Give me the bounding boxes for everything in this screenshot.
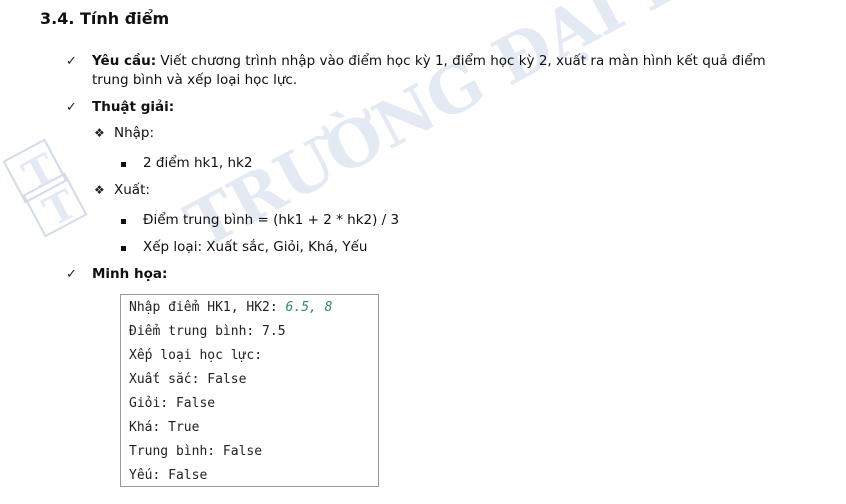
checkmark-icon: ✓ [66, 267, 77, 282]
square-bullet-icon [121, 246, 126, 251]
console-prompt: Nhập điểm HK1, HK2: [129, 300, 286, 315]
watermark-logo: T T TRƯỜNG ĐẠI HỌC ... TRUNG TÂM [2, 0, 846, 264]
console-line: Trung bình: False [129, 444, 263, 459]
svg-text:T: T [36, 180, 85, 236]
requirement-label: Yêu cầu: [92, 53, 157, 69]
diamond-bullet-icon: ❖ [94, 183, 105, 197]
diamond-bullet-icon: ❖ [94, 126, 105, 140]
checkmark-icon: ✓ [66, 100, 77, 115]
output-item: Xếp loại: Xuất sắc, Giỏi, Khá, Yếu [143, 239, 368, 255]
requirement-line-1: Yêu cầu: Viết chương trình nhập vào điểm… [92, 52, 766, 71]
algorithm-label-text: Thuật giải: [92, 99, 175, 115]
console-output: Nhập điểm HK1, HK2: 6.5, 8 Điểm trung bì… [120, 294, 379, 487]
output-label: Xuất: [114, 182, 150, 198]
console-line: Khá: True [129, 420, 200, 435]
checkmark-icon: ✓ [66, 54, 77, 69]
requirement-text-1: Viết chương trình nhập vào điểm học kỳ 1… [160, 53, 766, 69]
requirement-line-2: trung bình và xếp loại học lực. [92, 72, 298, 88]
input-item: 2 điểm hk1, hk2 [143, 155, 253, 171]
square-bullet-icon [121, 219, 126, 224]
console-input-value: 6.5, 8 [285, 300, 333, 315]
console-line: Điểm trung bình: 7.5 [129, 324, 286, 339]
console-line: Xếp loại học lực: [129, 348, 263, 363]
section-number: 3.4. [40, 9, 75, 28]
svg-text:T: T [15, 145, 64, 201]
illustration-label: Minh họa: [92, 265, 167, 284]
console-line: Giỏi: False [129, 396, 216, 411]
illustration-label-text: Minh họa: [92, 266, 168, 282]
output-item: Điểm trung bình = (hk1 + 2 * hk2) / 3 [143, 212, 400, 228]
section-heading: 3.4. Tính điểm [40, 9, 169, 28]
console-line: Yếu: False [129, 468, 208, 483]
input-label: Nhập: [114, 125, 155, 141]
section-title: Tính điểm [80, 9, 170, 28]
square-bullet-icon [121, 162, 126, 167]
algorithm-label: Thuật giải: [92, 98, 174, 117]
console-prompt-line: Nhập điểm HK1, HK2: 6.5, 8 [129, 300, 333, 315]
console-line: Xuất sắc: False [129, 372, 247, 387]
